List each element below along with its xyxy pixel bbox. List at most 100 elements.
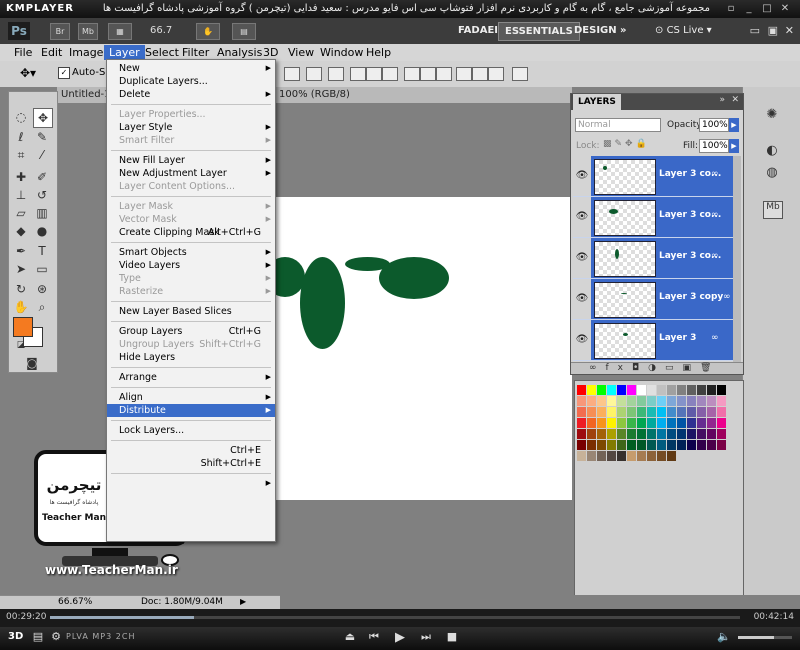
quick-select-tool-icon[interactable]: ✎ xyxy=(33,128,51,146)
color-swatch[interactable] xyxy=(607,429,616,439)
color-swatch[interactable] xyxy=(577,396,586,406)
color-swatch[interactable] xyxy=(637,418,646,428)
play-icon[interactable]: ▶ xyxy=(392,630,408,645)
color-swatch[interactable] xyxy=(677,396,686,406)
menu-item-arrange[interactable]: Arrange ▶ xyxy=(107,371,275,384)
color-swatch[interactable] xyxy=(627,451,636,461)
color-swatch[interactable] xyxy=(717,429,726,439)
layers-panel-footer-icons[interactable]: ∞fx◘◑▭▣🗑 xyxy=(571,362,743,374)
type-tool-icon[interactable]: T xyxy=(33,242,51,260)
close-icon[interactable]: ✕ xyxy=(778,2,792,15)
color-swatch[interactable] xyxy=(617,451,626,461)
color-swatch[interactable] xyxy=(637,396,646,406)
menu-item-lock-layers[interactable]: Lock Layers... xyxy=(107,424,275,437)
color-swatch[interactable] xyxy=(647,418,656,428)
color-swatch[interactable] xyxy=(597,385,606,395)
lock-icons[interactable]: ▩✎✥🔒 xyxy=(603,139,650,149)
color-swatch[interactable] xyxy=(647,429,656,439)
dodge-tool-icon[interactable]: ● xyxy=(33,222,51,240)
color-swatch[interactable] xyxy=(657,385,666,395)
menu-image[interactable]: Image xyxy=(64,45,108,60)
align-right-icon[interactable] xyxy=(382,67,398,81)
menu-filter[interactable]: Filter xyxy=(177,45,214,60)
color-swatch[interactable] xyxy=(687,429,696,439)
distribute-right-icon[interactable] xyxy=(488,67,504,81)
hand-tool-button[interactable]: ✋ xyxy=(196,23,220,40)
distribute-bottom-icon[interactable] xyxy=(436,67,452,81)
menu-3d[interactable]: 3D xyxy=(258,45,283,60)
auto-align-icon[interactable] xyxy=(512,67,528,81)
adjustments-panel-icon[interactable]: ◐ xyxy=(763,143,781,159)
eye-icon[interactable]: 👁 xyxy=(573,279,591,319)
view-extras-button[interactable]: ▦ xyxy=(108,23,132,40)
layers-tab[interactable]: LAYERS xyxy=(573,94,621,110)
color-swatch[interactable] xyxy=(667,429,676,439)
menu-item-create-clipping-mask[interactable]: Create Clipping Mask Alt+Ctrl+G xyxy=(107,226,275,239)
more-workspaces-icon[interactable]: » xyxy=(614,22,632,39)
auto-select-checkbox[interactable]: ✓ xyxy=(58,67,70,79)
color-swatch[interactable] xyxy=(587,407,596,417)
menu-item-new-adjustment-layer[interactable]: New Adjustment Layer ▶ xyxy=(107,167,275,180)
color-swatch[interactable] xyxy=(627,440,636,450)
healing-brush-tool-icon[interactable]: ✚ xyxy=(12,168,30,186)
mini-bridge-panel-icon[interactable]: Mb xyxy=(763,201,783,219)
color-swatch[interactable] xyxy=(627,396,636,406)
color-swatch[interactable] xyxy=(667,451,676,461)
minimize-icon[interactable]: _ xyxy=(742,2,756,15)
player-progress-bar[interactable]: 00:29:20 00:42:14 xyxy=(0,609,800,627)
color-swatch[interactable] xyxy=(607,385,616,395)
color-swatch[interactable] xyxy=(617,440,626,450)
color-swatch[interactable] xyxy=(647,385,656,395)
color-swatch[interactable] xyxy=(657,418,666,428)
menu-item-video-layers[interactable]: Video Layers ▶ xyxy=(107,259,275,272)
layer-row[interactable]: 👁 Layer 3 ∞ xyxy=(573,320,733,361)
color-swatch[interactable] xyxy=(587,451,596,461)
color-swatch[interactable] xyxy=(587,396,596,406)
color-swatch[interactable] xyxy=(577,407,586,417)
menu-help[interactable]: Help xyxy=(361,45,396,60)
crop-tool-icon[interactable]: ⌗ xyxy=(12,146,30,164)
color-swatch[interactable] xyxy=(627,429,636,439)
eye-icon[interactable]: 👁 xyxy=(573,238,591,278)
arrange-documents-button[interactable]: ▤ xyxy=(232,23,256,40)
panel-close-icon[interactable]: ✕ xyxy=(731,95,739,105)
color-swatch[interactable] xyxy=(577,440,586,450)
opacity-arrow-icon[interactable]: ▶ xyxy=(729,118,739,132)
color-swatch[interactable] xyxy=(597,429,606,439)
eye-icon[interactable]: 👁 xyxy=(573,156,591,196)
color-swatch[interactable] xyxy=(587,418,596,428)
path-select-tool-icon[interactable]: ➤ xyxy=(12,260,30,278)
pen-tool-icon[interactable]: ✒ xyxy=(12,242,30,260)
color-swatch[interactable] xyxy=(677,407,686,417)
blur-tool-icon[interactable]: ◆ xyxy=(12,222,30,240)
color-swatch[interactable] xyxy=(607,418,616,428)
next-icon[interactable]: ⏭ xyxy=(418,630,434,644)
color-swatch[interactable] xyxy=(647,407,656,417)
color-swatch[interactable] xyxy=(687,396,696,406)
eye-icon[interactable]: 👁 xyxy=(573,197,591,237)
color-swatch[interactable] xyxy=(607,407,616,417)
color-swatch[interactable] xyxy=(717,418,726,428)
window-restore-icon[interactable]: ▣ xyxy=(768,24,778,37)
color-swatch[interactable] xyxy=(617,429,626,439)
cs-live-button[interactable]: ⊙ CS Live ▾ xyxy=(655,22,712,39)
stop-icon[interactable]: ■ xyxy=(444,630,460,643)
collapse-icon[interactable]: » xyxy=(719,95,725,105)
seek-track[interactable] xyxy=(50,616,740,619)
color-swatch[interactable] xyxy=(597,440,606,450)
color-swatch[interactable] xyxy=(657,440,666,450)
distribute-top-icon[interactable] xyxy=(404,67,420,81)
color-swatch[interactable] xyxy=(657,407,666,417)
previous-icon[interactable]: ⏮ xyxy=(366,630,382,644)
color-swatch[interactable] xyxy=(697,407,706,417)
color-swatch[interactable] xyxy=(687,418,696,428)
color-swatch[interactable] xyxy=(677,440,686,450)
color-swatch[interactable] xyxy=(587,440,596,450)
color-swatch[interactable] xyxy=(707,385,716,395)
eject-icon[interactable]: ⏏ xyxy=(342,630,358,643)
window-minimize-icon[interactable]: ▭ xyxy=(750,24,760,37)
workspace-fadaei[interactable]: FADAEI xyxy=(452,22,504,39)
menu-item-delete[interactable]: Delete ▶ xyxy=(107,88,275,101)
color-swatch[interactable] xyxy=(687,407,696,417)
opacity-field[interactable]: 100% xyxy=(699,118,729,132)
